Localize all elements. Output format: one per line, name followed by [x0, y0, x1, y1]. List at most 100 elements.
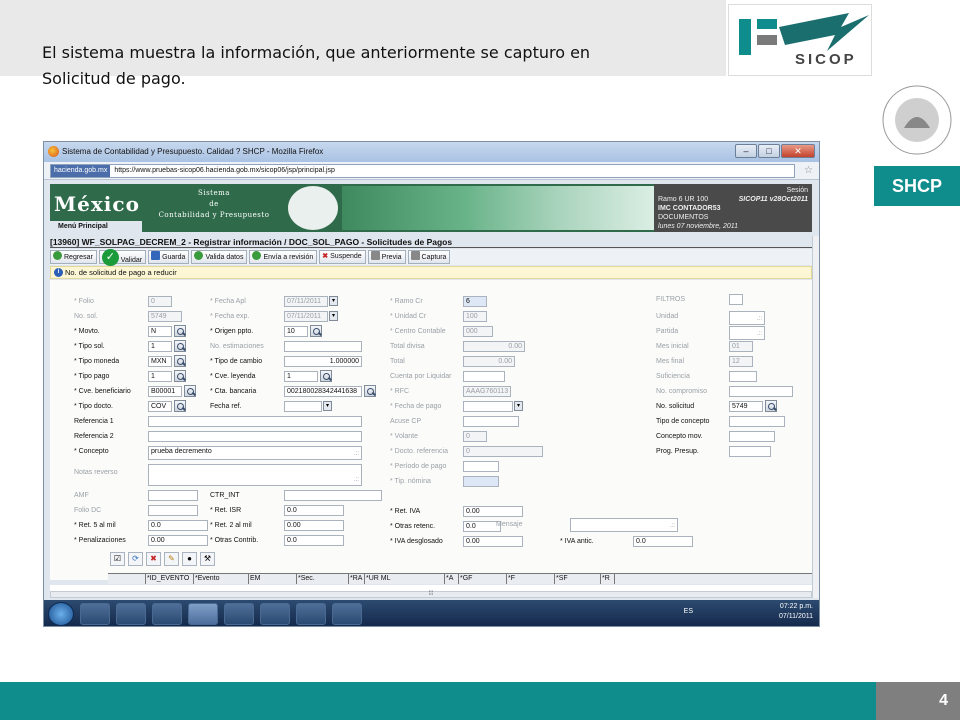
origen-ppto-field[interactable]: 10: [284, 326, 308, 337]
resize-grip-icon[interactable]: .::: [670, 522, 675, 531]
concepto-field[interactable]: prueba decremento.::: [148, 446, 362, 460]
delete-icon[interactable]: ✖: [146, 552, 161, 566]
ret-2-mil-field[interactable]: 0.00: [284, 520, 344, 531]
taskbar-remote-icon[interactable]: [296, 603, 326, 625]
fecha-apl-dropdown-icon[interactable]: ▾: [329, 296, 338, 306]
origen-ppto-search-icon[interactable]: [310, 325, 322, 337]
grid-col-evento[interactable]: *Evento: [194, 574, 249, 584]
concepto-mov-field[interactable]: [729, 431, 775, 442]
validar-button[interactable]: ✓ Validar: [98, 249, 147, 266]
movto-search-icon[interactable]: [174, 325, 186, 337]
ret-iva-field[interactable]: 0.00: [463, 506, 523, 517]
grid-col-a[interactable]: *A: [445, 574, 459, 584]
referencia2-field[interactable]: [148, 431, 362, 442]
taskbar-mail-icon[interactable]: [260, 603, 290, 625]
centro-contable-field[interactable]: 000: [463, 326, 493, 337]
prog-presup-field[interactable]: [729, 446, 771, 457]
no-estimaciones-field[interactable]: [284, 341, 362, 352]
tipo-pago-search-icon[interactable]: [174, 370, 186, 382]
taskbar-ie-icon[interactable]: [80, 603, 110, 625]
resize-grip-icon[interactable]: .::: [354, 450, 359, 459]
url-input[interactable]: hacienda.gob.mx https://www.pruebas-sicop…: [50, 164, 795, 178]
rfc-field[interactable]: AAAG760113: [463, 386, 511, 397]
tipo-docto-search-icon[interactable]: [174, 400, 186, 412]
grid-col-sf[interactable]: *SF: [555, 574, 601, 584]
unidad-field[interactable]: .::: [729, 311, 765, 325]
volante-field[interactable]: 0: [463, 431, 487, 442]
taskbar-media-icon[interactable]: [152, 603, 182, 625]
maximize-button[interactable]: □: [758, 144, 780, 158]
fecha-exp-dropdown-icon[interactable]: ▾: [329, 311, 338, 321]
clock-date[interactable]: 07/11/2011: [779, 612, 813, 622]
captura-button[interactable]: Captura: [407, 250, 451, 264]
previa-button[interactable]: Previa: [367, 250, 406, 264]
minimize-button[interactable]: –: [735, 144, 757, 158]
guarda-button[interactable]: Guarda: [148, 250, 190, 264]
horizontal-scrollbar[interactable]: ⁞⁞⁞: [50, 591, 812, 598]
vertical-scrollbar[interactable]: [812, 236, 819, 598]
fecha-apl-field[interactable]: 07/11/2011: [284, 296, 328, 307]
select-checkbox-icon[interactable]: ☑: [110, 552, 125, 566]
iva-desglosado-field[interactable]: 0.00: [463, 536, 523, 547]
periodo-pago-field[interactable]: [463, 461, 499, 472]
ramo-cr-field[interactable]: 6: [463, 296, 487, 307]
cuenta-liquidar-field[interactable]: [463, 371, 505, 382]
cta-bancaria-field[interactable]: 002180028342441638: [284, 386, 362, 397]
grid-col-em[interactable]: EM: [249, 574, 297, 584]
mes-inicial-field[interactable]: 01: [729, 341, 753, 352]
penalizaciones-field[interactable]: 0.00: [148, 535, 208, 546]
tipo-sol-field[interactable]: 1: [148, 341, 172, 352]
fecha-ref-dropdown-icon[interactable]: ▾: [323, 401, 332, 411]
taskbar-explorer-icon[interactable]: [116, 603, 146, 625]
no-sol-field[interactable]: 5749: [148, 311, 182, 322]
no-solicitud-search-icon[interactable]: [765, 400, 777, 412]
grid-col-ur-ml[interactable]: *UR ML: [365, 574, 445, 584]
taskbar-powerpoint-icon[interactable]: [332, 603, 362, 625]
grid-col-ra[interactable]: *RA: [349, 574, 365, 584]
otras-contrib-field[interactable]: 0.0: [284, 535, 344, 546]
site-identity-badge[interactable]: hacienda.gob.mx: [51, 165, 111, 177]
tipo-concepto-field[interactable]: [729, 416, 785, 427]
notas-reverso-field[interactable]: .::: [148, 464, 362, 486]
grid-col-gf[interactable]: *GF: [459, 574, 507, 584]
folio-field[interactable]: 0: [148, 296, 172, 307]
ret-5-mil-field[interactable]: 0.0: [148, 520, 208, 531]
suspende-button[interactable]: ✖ Suspende: [319, 250, 366, 264]
referencia1-field[interactable]: [148, 416, 362, 427]
cta-bancaria-search-icon[interactable]: [364, 385, 376, 397]
fecha-pago-dropdown-icon[interactable]: ▾: [514, 401, 523, 411]
partida-field[interactable]: .::: [729, 326, 765, 340]
folio-dc-field[interactable]: [148, 505, 198, 516]
start-button[interactable]: [48, 602, 74, 626]
fecha-ref-field[interactable]: [284, 401, 322, 412]
clock-time[interactable]: 07:22 p.m.: [779, 602, 813, 612]
envia-revision-button[interactable]: Envía a revisión: [249, 250, 318, 264]
main-menu-link[interactable]: Menú Principal: [50, 221, 142, 232]
valida-datos-button[interactable]: Valida datos: [191, 250, 248, 264]
docto-referencia-field[interactable]: 0: [463, 446, 543, 457]
cve-leyenda-search-icon[interactable]: [320, 370, 332, 382]
acuse-cp-field[interactable]: [463, 416, 519, 427]
resize-grip-icon[interactable]: .::: [757, 315, 762, 324]
total-divisa-field[interactable]: 0.00: [463, 341, 525, 352]
cve-beneficiario-field[interactable]: B00001: [148, 386, 182, 397]
iva-antic-field[interactable]: 0.0: [633, 536, 693, 547]
total-field[interactable]: 0.00: [463, 356, 515, 367]
cve-leyenda-field[interactable]: 1: [284, 371, 318, 382]
tip-nomina-field[interactable]: [463, 476, 499, 487]
movto-field[interactable]: N: [148, 326, 172, 337]
tipo-moneda-field[interactable]: MXN: [148, 356, 172, 367]
bookmark-star-icon[interactable]: ☆: [804, 165, 813, 176]
session-label[interactable]: Sesión: [658, 186, 808, 195]
tipo-sol-search-icon[interactable]: [174, 340, 186, 352]
filtros-checkbox[interactable]: [729, 294, 743, 305]
unidad-cr-field[interactable]: 100: [463, 311, 487, 322]
tipo-docto-field[interactable]: COV: [148, 401, 172, 412]
grid-col-r[interactable]: *R: [601, 574, 615, 584]
no-solicitud-field[interactable]: 5749: [729, 401, 763, 412]
resize-grip-icon[interactable]: .::: [354, 476, 359, 485]
fecha-pago-field[interactable]: [463, 401, 513, 412]
taskbar-firefox-icon[interactable]: [188, 603, 218, 625]
resize-grip-icon[interactable]: .::: [757, 330, 762, 339]
grid-col-id-evento[interactable]: *ID_EVENTO: [146, 574, 194, 584]
